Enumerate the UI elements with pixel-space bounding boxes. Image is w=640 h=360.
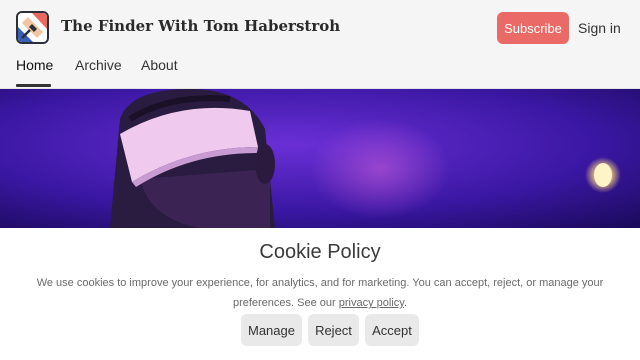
privacy-policy-link[interactable]: privacy policy <box>339 297 404 309</box>
reject-button[interactable]: Reject <box>308 314 359 346</box>
sign-in-link[interactable]: Sign in <box>578 12 621 44</box>
site-logo-icon[interactable] <box>16 11 49 44</box>
cookie-text-line1: We use cookies to improve your experienc… <box>36 277 604 289</box>
subscribe-button[interactable]: Subscribe <box>497 12 569 44</box>
cookie-text-suffix: . <box>403 297 408 309</box>
nav-archive[interactable]: Archive <box>75 57 122 73</box>
accept-button[interactable]: Accept <box>365 314 419 346</box>
hero-image <box>0 89 640 228</box>
nav-about[interactable]: About <box>141 57 178 73</box>
cookie-description: We use cookies to improve your experienc… <box>30 273 610 313</box>
nav-home[interactable]: Home <box>16 57 53 73</box>
cookie-title: Cookie Policy <box>259 241 381 263</box>
site-title[interactable]: The Finder With Tom Haberstroh <box>61 17 340 35</box>
cookie-banner: Cookie Policy We use cookies to improve … <box>0 228 640 360</box>
cookie-text-prefix: preferences. See our <box>232 297 339 309</box>
nav-active-indicator <box>16 84 51 87</box>
site-header: The Finder With Tom Haberstroh Subscribe… <box>0 0 640 89</box>
manage-button[interactable]: Manage <box>241 314 302 346</box>
